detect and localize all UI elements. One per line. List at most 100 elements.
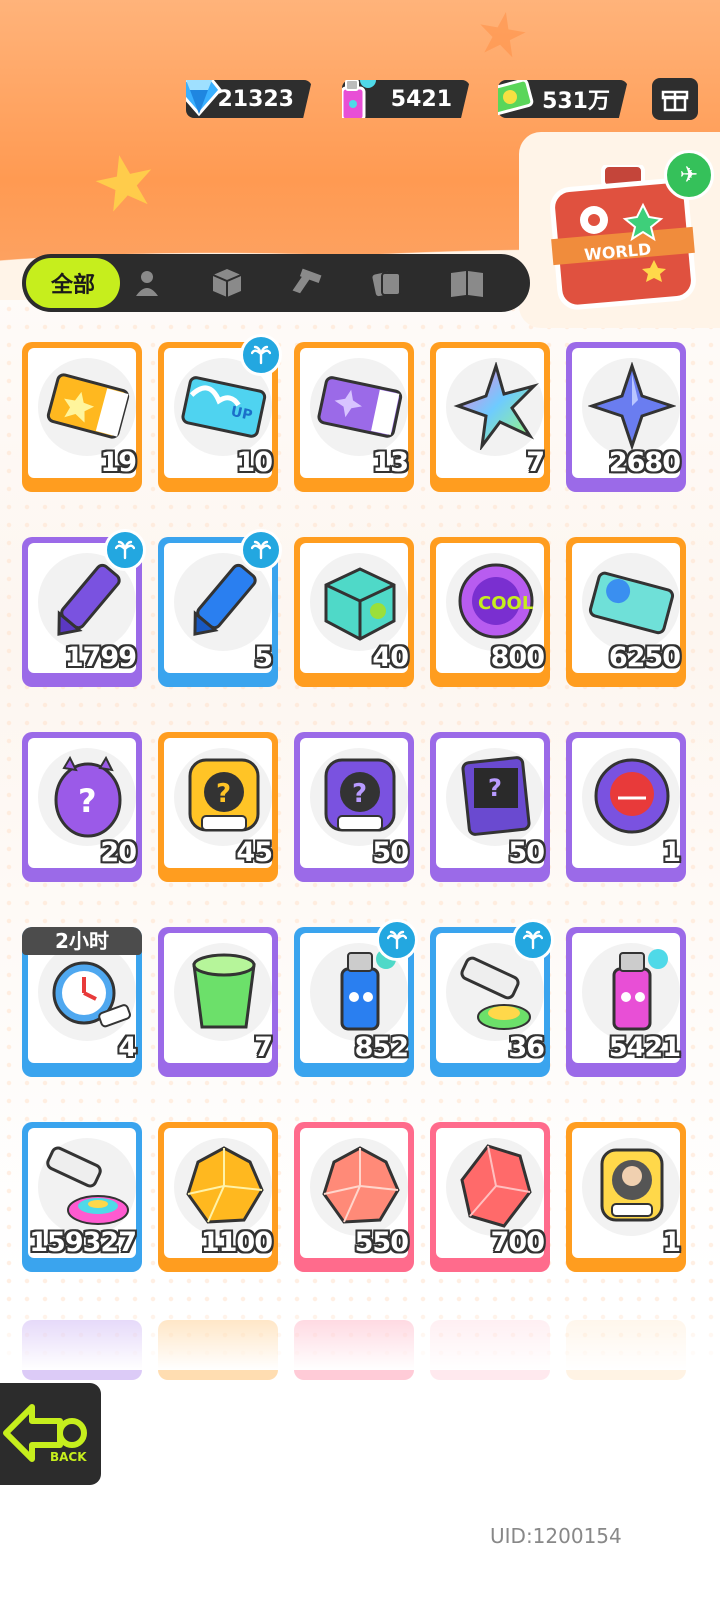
purple-ticket-icon [317, 376, 403, 438]
inventory-item-rainbow-tube[interactable]: 159327 [22, 1122, 142, 1272]
item-count: 40 [372, 642, 409, 673]
inventory-item-blue-star[interactable]: 2680 [566, 342, 686, 492]
palm-tree-badge-icon [104, 529, 146, 571]
item-count: 20 [100, 837, 137, 868]
inventory-item-deity-mystery-gold[interactable]: ? 45 [158, 732, 278, 882]
person-icon [136, 271, 158, 296]
inventory-item-green-cup[interactable]: 7 [158, 927, 278, 1077]
item-count: 6250 [608, 642, 681, 673]
travel-card-icon: ? [461, 756, 531, 836]
scroll-fade [0, 1300, 720, 1370]
item-count: 550 [354, 1227, 409, 1258]
inventory-item-deity-avatar-badge[interactable]: 1 [566, 1122, 686, 1272]
palm-tree-badge-icon [512, 919, 554, 961]
blue-star-icon [588, 362, 676, 450]
spray-amount: 5421 [390, 86, 452, 112]
item-timer: 2小时 [22, 927, 142, 955]
item-count: 852 [354, 1032, 409, 1063]
svg-text:?: ? [216, 779, 231, 809]
tab-all-label: 全部 [50, 273, 95, 298]
spray-gun-icon [292, 268, 322, 294]
inventory-item-purple-ticket[interactable]: 13 [294, 342, 414, 492]
cards-icon [372, 271, 401, 297]
fish-badge-icon [594, 758, 670, 834]
svg-text:?: ? [78, 782, 97, 820]
item-count: 5421 [608, 1032, 681, 1063]
cash-counter[interactable]: 531万 [498, 80, 628, 118]
mystery-egg-icon: ? [54, 755, 122, 838]
inventory-item-pink-crystal[interactable]: 550 [294, 1122, 414, 1272]
book-icon [451, 271, 483, 297]
spray-counter[interactable]: 5421 [342, 80, 470, 118]
item-count: 7 [254, 1032, 273, 1063]
item-count: 10 [236, 447, 273, 478]
inventory-item-cool-badge[interactable]: COOL 800 [430, 537, 550, 687]
item-count: 19 [100, 447, 137, 478]
inventory-item-gold-ticket[interactable]: 19 [22, 342, 142, 492]
item-count: 800 [490, 642, 545, 673]
item-count: 159327 [29, 1227, 137, 1258]
inventory-item-color-box[interactable]: 40 [294, 537, 414, 687]
item-count: 2680 [608, 447, 681, 478]
diamond-amount: 21323 [217, 86, 294, 112]
inventory-item-pink-spray[interactable]: 5421 [566, 927, 686, 1077]
tab-cards[interactable] [356, 260, 418, 306]
season-ticket-icon [588, 571, 675, 635]
tab-box[interactable] [196, 260, 258, 306]
inventory-item-travel-card[interactable]: ? 50 [430, 732, 550, 882]
palm-tree-badge-icon [240, 529, 282, 571]
inventory-item-gold-crystal[interactable]: 1100 [158, 1122, 278, 1272]
svg-text:?: ? [352, 779, 367, 809]
gold-crystal-icon [186, 1146, 264, 1224]
item-count: 1 [662, 1227, 681, 1258]
palm-tree-badge-icon [240, 334, 282, 376]
item-count: 50 [372, 837, 409, 868]
item-count: 700 [490, 1227, 545, 1258]
svg-text:COOL: COOL [478, 593, 533, 614]
inventory-item-alarm-clock[interactable]: 4 2小时 [22, 927, 142, 1077]
inventory-item-mystery-egg[interactable]: ? 20 [22, 732, 142, 882]
deity-mystery-gold-icon: ? [188, 758, 260, 832]
rainbow-star-icon [453, 362, 540, 450]
green-cup-icon [192, 953, 256, 1029]
inventory-item-red-gem[interactable]: 700 [430, 1122, 550, 1272]
item-count: 36 [508, 1032, 545, 1063]
inventory-item-fish-badge[interactable]: 1 [566, 732, 686, 882]
item-count: 7 [526, 447, 545, 478]
cash-amount: 531万 [542, 89, 610, 114]
item-count: 5 [254, 642, 273, 673]
cool-badge-icon: COOL [458, 563, 534, 639]
inventory-item-rainbow-star[interactable]: 7 [430, 342, 550, 492]
item-count: 1100 [200, 1227, 273, 1258]
item-count: 13 [372, 447, 409, 478]
tab-character[interactable] [116, 260, 178, 306]
color-box-icon [324, 567, 396, 641]
item-count: 45 [236, 837, 273, 868]
item-count: 50 [508, 837, 545, 868]
plane-badge-icon: ✈ [664, 150, 714, 200]
inventory-item-season-ticket[interactable]: 6250 [566, 537, 686, 687]
palm-tree-badge-icon [376, 919, 418, 961]
inventory-item-deity-mystery-purple[interactable]: ? 50 [294, 732, 414, 882]
gift-menu-button[interactable] [652, 78, 698, 120]
pink-crystal-icon [322, 1146, 400, 1224]
tab-book[interactable] [436, 260, 498, 306]
back-arrow-icon [3, 1404, 87, 1462]
tab-weapon[interactable] [276, 260, 338, 306]
tab-all[interactable]: 全部 [26, 258, 120, 308]
pink-spray-icon [612, 949, 668, 1031]
rainbow-tube-icon [46, 1146, 129, 1225]
item-count: 4 [118, 1032, 137, 1063]
item-count: 1 [662, 837, 681, 868]
user-id: UID:1200154 [490, 1524, 622, 1548]
deity-avatar-badge-icon [600, 1148, 664, 1222]
category-tab-bar: 全部 [22, 254, 530, 312]
svg-text:?: ? [488, 774, 502, 802]
back-button[interactable]: BACK [0, 1380, 104, 1488]
gold-ticket-icon [46, 373, 130, 439]
back-label: BACK [50, 1450, 87, 1464]
gift-icon [661, 90, 689, 112]
alarm-clock-icon [52, 961, 131, 1028]
red-gem-icon [460, 1144, 532, 1228]
diamond-counter[interactable]: 21323 [186, 80, 312, 118]
